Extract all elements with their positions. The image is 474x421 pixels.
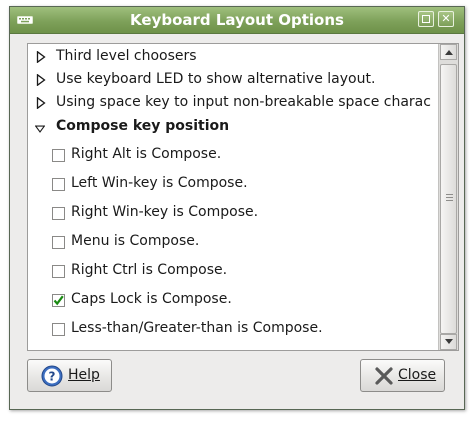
- option-right-win[interactable]: Right Win-key is Compose.: [28, 202, 431, 224]
- option-label: Right Win-key is Compose.: [71, 204, 259, 220]
- option-label: Caps Lock is Compose.: [71, 291, 232, 307]
- help-icon: ?: [41, 365, 63, 387]
- option-right-alt[interactable]: Right Alt is Compose.: [28, 144, 431, 166]
- arrow-down-icon: [445, 339, 453, 344]
- close-button-label: Close: [398, 367, 437, 383]
- expander-collapsed-icon[interactable]: [36, 51, 46, 63]
- maximize-icon: [422, 15, 430, 23]
- vertical-scrollbar[interactable]: [438, 44, 458, 350]
- scroll-up-button[interactable]: [440, 44, 457, 60]
- checkbox[interactable]: [52, 149, 65, 162]
- checkbox-checked[interactable]: [52, 294, 65, 307]
- tree-row-label: Third level choosers: [56, 48, 197, 64]
- tree-row-space-key[interactable]: Using space key to input non-breakable s…: [28, 92, 431, 114]
- checkbox[interactable]: [52, 323, 65, 336]
- tree-row-label: Using space key to input non-breakable s…: [56, 94, 431, 110]
- option-label: Right Ctrl is Compose.: [71, 262, 228, 278]
- option-menu[interactable]: Menu is Compose.: [28, 231, 431, 253]
- checkbox[interactable]: [52, 207, 65, 220]
- option-caps-lock[interactable]: Caps Lock is Compose.: [28, 289, 431, 311]
- checkbox[interactable]: [52, 265, 65, 278]
- option-label: Right Alt is Compose.: [71, 146, 222, 162]
- option-label: Less-than/Greater-than is Compose.: [71, 320, 323, 336]
- tree-row-keyboard-led[interactable]: Use keyboard LED to show alternative lay…: [28, 69, 431, 91]
- grip-line: [446, 200, 453, 201]
- dialog-window: Keyboard Layout Options ✕ Third level ch…: [9, 6, 465, 410]
- option-left-win[interactable]: Left Win-key is Compose.: [28, 173, 431, 195]
- maximize-button[interactable]: [418, 11, 434, 27]
- tree-row-compose-key[interactable]: Compose key position: [28, 116, 431, 138]
- help-button[interactable]: ? Help: [27, 359, 112, 392]
- option-label: Menu is Compose.: [71, 233, 200, 249]
- tree-row-label: Compose key position: [56, 118, 230, 134]
- title-close-button[interactable]: ✕: [438, 11, 454, 27]
- title-bar[interactable]: Keyboard Layout Options ✕: [10, 7, 464, 34]
- scroll-thumb[interactable]: [440, 64, 457, 334]
- tree-row-label: Use keyboard LED to show alternative lay…: [56, 71, 376, 87]
- grip-line: [446, 194, 453, 195]
- close-icon: ✕: [441, 12, 451, 25]
- options-tree[interactable]: Third level choosers Use keyboard LED to…: [28, 44, 431, 350]
- window-title: Keyboard Layout Options: [130, 11, 344, 29]
- svg-text:?: ?: [49, 370, 56, 384]
- scroll-down-button[interactable]: [440, 334, 457, 350]
- grip-line: [446, 197, 453, 198]
- close-button[interactable]: Close: [360, 359, 445, 392]
- option-label: Left Win-key is Compose.: [71, 175, 248, 191]
- option-less-greater[interactable]: Less-than/Greater-than is Compose.: [28, 318, 431, 340]
- expander-collapsed-icon[interactable]: [36, 74, 46, 86]
- expander-collapsed-icon[interactable]: [36, 97, 46, 109]
- option-right-ctrl[interactable]: Right Ctrl is Compose.: [28, 260, 431, 282]
- arrow-up-icon: [445, 50, 453, 55]
- expander-expanded-icon[interactable]: [35, 123, 45, 135]
- checkbox[interactable]: [52, 178, 65, 191]
- tree-row-third-level[interactable]: Third level choosers: [28, 46, 431, 68]
- close-x-icon: [375, 367, 393, 385]
- check-mark-icon: [53, 295, 64, 306]
- options-tree-frame: Third level choosers Use keyboard LED to…: [27, 43, 459, 351]
- checkbox[interactable]: [52, 236, 65, 249]
- help-button-label: Help: [68, 367, 100, 383]
